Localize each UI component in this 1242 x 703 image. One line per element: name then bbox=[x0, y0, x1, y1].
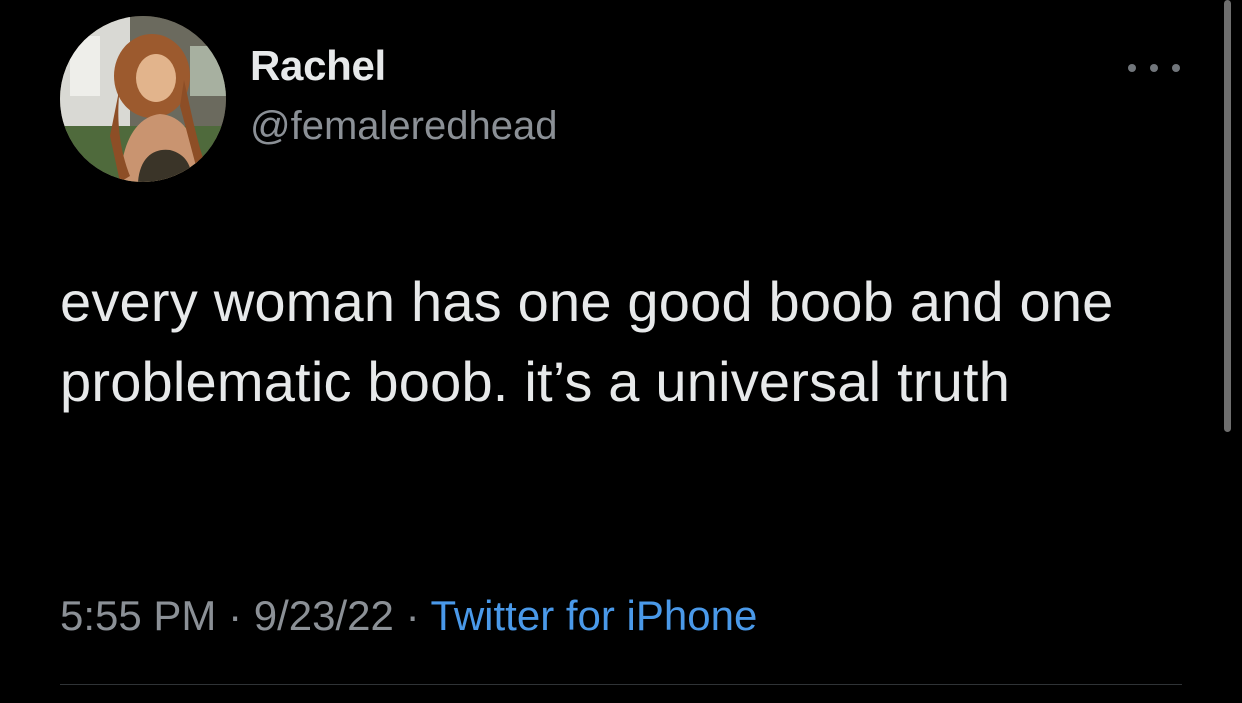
more-dot bbox=[1172, 64, 1180, 72]
divider bbox=[60, 684, 1182, 685]
display-name[interactable]: Rachel bbox=[250, 42, 386, 90]
tweet-card: Rachel @femaleredhead every woman has on… bbox=[0, 0, 1242, 703]
tweet-text: every woman has one good boob and one pr… bbox=[60, 270, 1114, 413]
tweet-time[interactable]: 5:55 PM bbox=[60, 592, 216, 639]
meta-separator: · bbox=[228, 592, 243, 639]
scrollbar[interactable] bbox=[1224, 0, 1231, 432]
avatar[interactable] bbox=[60, 16, 226, 182]
meta-separator: · bbox=[405, 592, 420, 639]
tweet-meta: 5:55 PM · 9/23/22 · Twitter for iPhone bbox=[60, 592, 757, 640]
more-options-icon[interactable] bbox=[1128, 54, 1180, 82]
avatar-photo bbox=[60, 16, 226, 182]
tweet-source-link[interactable]: Twitter for iPhone bbox=[431, 592, 758, 639]
user-handle[interactable]: @femaleredhead bbox=[250, 104, 557, 149]
tweet-date[interactable]: 9/23/22 bbox=[254, 592, 394, 639]
more-dot bbox=[1128, 64, 1136, 72]
more-dot bbox=[1150, 64, 1158, 72]
